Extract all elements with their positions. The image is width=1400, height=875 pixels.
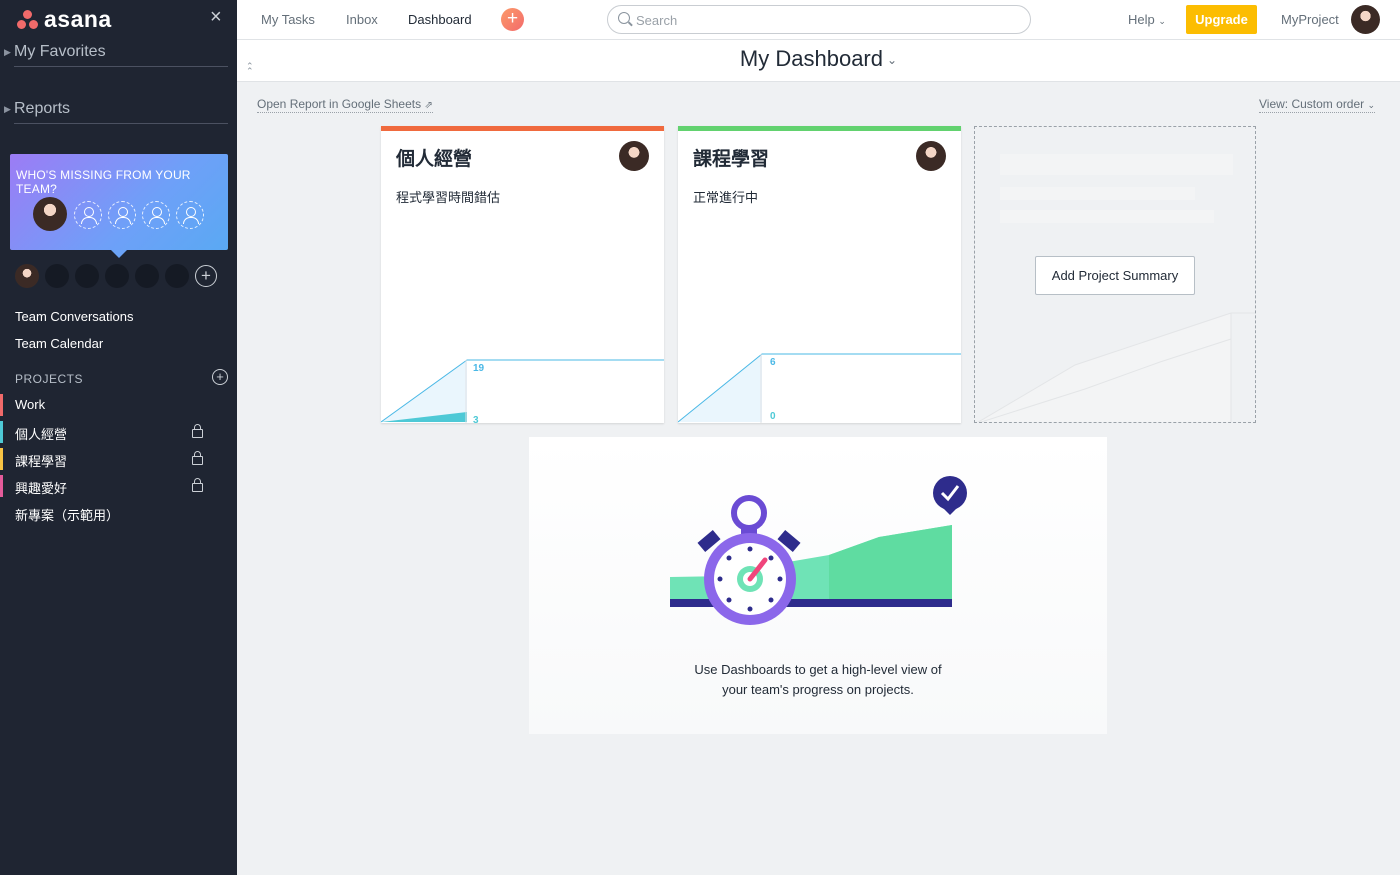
team-member-slot[interactable] — [105, 264, 129, 288]
lock-icon — [192, 424, 203, 438]
user-avatar — [33, 197, 67, 231]
add-member-avatar-icon[interactable] — [176, 201, 204, 229]
card-title: 課程學習 — [693, 149, 770, 170]
card-color-bar — [381, 126, 664, 131]
sidebar-project-courses[interactable]: 課程學習 — [0, 446, 237, 472]
add-project-summary-card: Add Project Summary — [974, 126, 1256, 423]
help-label: Help — [1128, 12, 1155, 27]
placeholder-chart — [977, 312, 1255, 422]
card-title: 個人經營 — [396, 149, 473, 170]
burnup-chart — [678, 353, 961, 423]
search-input[interactable] — [636, 11, 1016, 29]
external-link-icon: ⇗ — [424, 100, 433, 111]
project-name: 個人經營 — [15, 427, 68, 442]
project-name: Work — [15, 397, 46, 412]
team-member-slot[interactable] — [45, 264, 69, 288]
search-icon — [618, 12, 630, 24]
page-header: ⌃ ⌃ My Dashboard ⌄ — [237, 40, 1400, 82]
close-sidebar-icon[interactable]: × — [210, 7, 222, 27]
sidebar-project-work[interactable]: Work — [0, 392, 237, 418]
empty-state-line: Use Dashboards to get a high-level view … — [694, 662, 942, 677]
expand-triangle-icon: ▶ — [4, 47, 11, 57]
profile-avatar[interactable] — [1351, 5, 1380, 34]
team-conversations-link[interactable]: Team Conversations — [15, 309, 134, 324]
team-member-slot[interactable] — [75, 264, 99, 288]
chart-done-label: 0 — [770, 411, 776, 422]
project-card-courses[interactable]: 課程學習 正常進行中 6 0 — [678, 126, 961, 423]
sidebar: asana × ▶ My Favorites ▶ Reports WHO'S M… — [0, 0, 237, 875]
chevron-down-icon: ⌄ — [1367, 100, 1376, 110]
sidebar-project-personal[interactable]: 個人經營 — [0, 419, 237, 445]
project-color-bar — [0, 421, 3, 443]
page-title[interactable]: My Dashboard ⌄ — [237, 46, 1400, 72]
project-name: 課程學習 — [15, 454, 68, 469]
stopwatch-illustration — [670, 476, 967, 625]
add-project-icon[interactable]: + — [212, 369, 228, 385]
my-favorites-section[interactable]: ▶ My Favorites — [4, 43, 228, 67]
dashboard-empty-state: Use Dashboards to get a high-level view … — [529, 437, 1107, 734]
upgrade-button[interactable]: Upgrade — [1186, 5, 1257, 34]
search-bar[interactable] — [607, 5, 1031, 34]
project-name: 新專案（示範用） — [15, 508, 120, 523]
sidebar-project-hobbies[interactable]: 興趣愛好 — [0, 473, 237, 499]
expand-triangle-icon: ▶ — [4, 104, 11, 114]
card-status: 正常進行中 — [693, 190, 759, 205]
dashboard-title: My Dashboard — [739, 46, 883, 71]
chart-total-label: 19 — [473, 363, 485, 374]
tab-dashboard[interactable]: Dashboard — [408, 12, 472, 27]
projects-heading: PROJECTS — [15, 372, 84, 386]
reports-section[interactable]: ▶ Reports — [4, 100, 228, 124]
chart-total-label: 6 — [770, 357, 776, 368]
reports-label: Reports — [14, 100, 71, 117]
asana-logo[interactable]: asana — [16, 6, 112, 33]
top-bar: My Tasks Inbox Dashboard + Help ⌄ Upgrad… — [237, 0, 1400, 40]
lock-icon — [192, 478, 203, 492]
team-member-slot[interactable] — [135, 264, 159, 288]
team-member-avatar[interactable] — [15, 264, 39, 288]
card-status: 程式學習時間錯估 — [396, 190, 501, 205]
card-owner-avatar[interactable] — [619, 141, 649, 171]
open-report-link[interactable]: Open Report in Google Sheets ⇗ — [257, 97, 433, 113]
chart-done-label: 3 — [473, 415, 479, 423]
quick-add-button[interactable]: + — [501, 8, 524, 31]
my-favorites-label: My Favorites — [14, 43, 106, 60]
open-report-label: Open Report in Google Sheets — [257, 97, 422, 111]
sidebar-project-new[interactable]: 新專案（示範用） — [0, 500, 237, 526]
add-member-avatar-icon[interactable] — [142, 201, 170, 229]
view-order-dropdown[interactable]: View: Custom order ⌄ — [1259, 97, 1376, 113]
project-card-personal[interactable]: 個人經營 程式學習時間錯估 19 3 — [381, 126, 664, 423]
tab-inbox[interactable]: Inbox — [346, 12, 378, 27]
project-color-bar — [0, 394, 3, 416]
view-order-label: View: Custom order — [1259, 97, 1365, 111]
invite-team-card[interactable]: WHO'S MISSING FROM YOUR TEAM? — [10, 154, 228, 258]
help-menu[interactable]: Help ⌄ — [1128, 12, 1166, 27]
project-color-bar — [0, 448, 3, 470]
burnup-chart — [381, 359, 664, 423]
team-calendar-link[interactable]: Team Calendar — [15, 336, 103, 351]
team-member-slot[interactable] — [165, 264, 189, 288]
add-member-avatar-icon[interactable] — [74, 201, 102, 229]
logo-text: asana — [44, 6, 112, 32]
add-member-avatar-icon[interactable] — [108, 201, 136, 229]
chevron-down-icon: ⌄ — [1158, 16, 1166, 26]
invite-title: WHO'S MISSING FROM YOUR TEAM? — [16, 168, 191, 196]
project-name: 興趣愛好 — [15, 481, 68, 496]
tab-my-tasks[interactable]: My Tasks — [261, 12, 315, 27]
asana-logo-icon — [16, 9, 40, 31]
card-owner-avatar[interactable] — [916, 141, 946, 171]
empty-state-line: your team's progress on projects. — [722, 682, 914, 697]
project-color-bar — [0, 475, 3, 497]
chevron-down-icon: ⌄ — [887, 53, 898, 68]
add-team-member-icon[interactable]: + — [195, 265, 217, 287]
lock-icon — [192, 451, 203, 465]
card-color-bar — [678, 126, 961, 131]
workspace-switcher[interactable]: MyProject — [1281, 12, 1339, 27]
empty-state-message: Use Dashboards to get a high-level view … — [529, 660, 1107, 700]
